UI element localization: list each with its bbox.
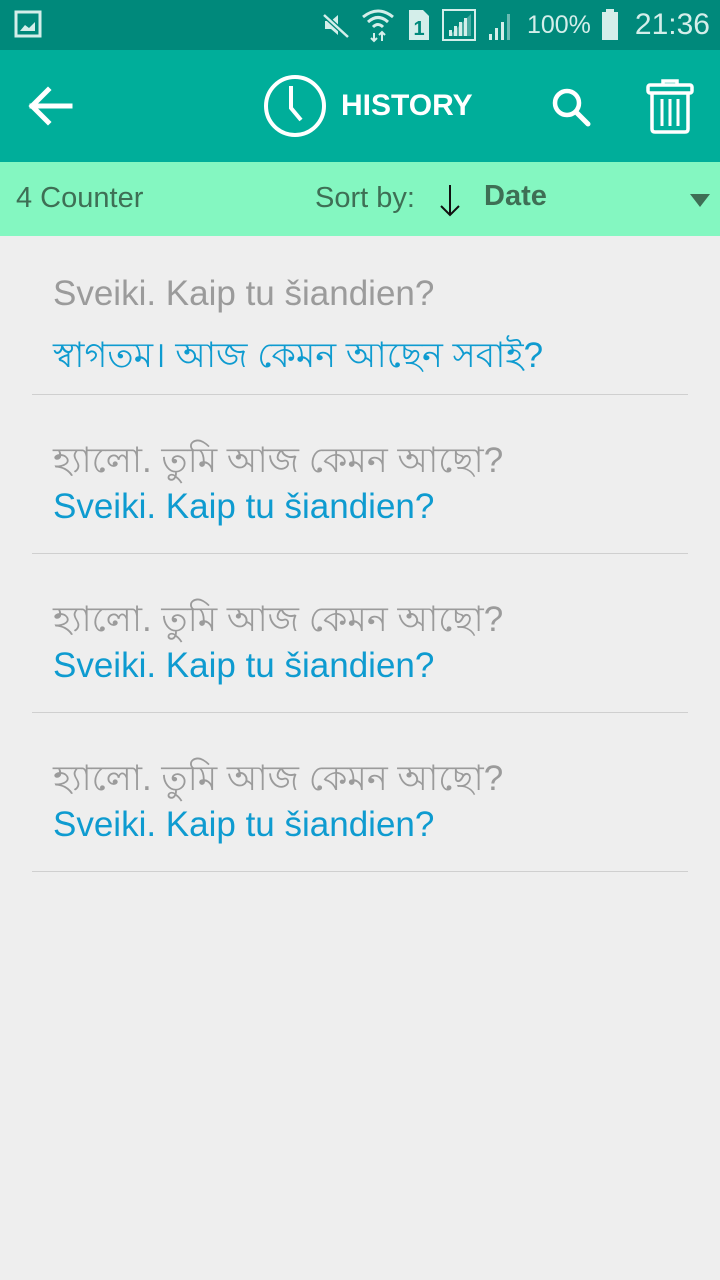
- page-title: HISTORY: [263, 74, 473, 138]
- arrow-left-icon[interactable]: [22, 80, 78, 132]
- clock-icon: [264, 75, 326, 137]
- translation-text: Sveiki. Kaip tu šiandien?: [53, 805, 435, 844]
- gallery-icon: [14, 10, 42, 38]
- list-item[interactable]: হ্যালো. তুমি আজ কেমন আছো? Sveiki. Kaip t…: [32, 395, 688, 554]
- source-text: Sveiki. Kaip tu šiandien?: [53, 274, 435, 313]
- sort-by-label: Sort by:: [315, 182, 415, 214]
- svg-text:1: 1: [413, 18, 424, 40]
- wifi-icon: [362, 9, 394, 43]
- mute-icon: [322, 13, 350, 39]
- trash-icon[interactable]: [644, 78, 696, 134]
- sim1-icon: 1: [408, 10, 429, 40]
- sort-select[interactable]: Date: [484, 180, 547, 213]
- translation-text: Sveiki. Kaip tu šiandien?: [53, 646, 435, 685]
- sort-bar: 4 Counter Sort by: Date: [0, 162, 720, 236]
- source-text: হ্যালো. তুমি আজ কেমন আছো?: [53, 441, 504, 480]
- arrow-down-icon[interactable]: [436, 182, 464, 218]
- battery-percent: 100%: [526, 10, 591, 39]
- chevron-down-icon[interactable]: [690, 194, 710, 207]
- title-text: HISTORY: [341, 89, 473, 122]
- status-bar: 1 100% 21:36: [0, 0, 720, 50]
- signal-icon: [441, 9, 476, 41]
- translation-text: স্বাগতম। আজ কেমন আছেন সবাই?: [53, 336, 544, 375]
- history-list: Sveiki. Kaip tu šiandien? স্বাগতম। আজ কে…: [32, 236, 688, 872]
- battery-icon: [601, 9, 618, 40]
- app-bar: HISTORY: [0, 50, 720, 162]
- source-text: হ্যালো. তুমি আজ কেমন আছো?: [53, 600, 504, 639]
- source-text: হ্যালো. তুমি আজ কেমন আছো?: [53, 759, 504, 798]
- clock-time: 21:36: [634, 8, 710, 41]
- history-counter: 4 Counter: [16, 182, 144, 214]
- list-item[interactable]: হ্যালো. তুমি আজ কেমন আছো? Sveiki. Kaip t…: [32, 554, 688, 713]
- translation-text: Sveiki. Kaip tu šiandien?: [53, 487, 435, 526]
- list-item[interactable]: হ্যালো. তুমি আজ কেমন আছো? Sveiki. Kaip t…: [32, 713, 688, 872]
- signal-icon-2: [488, 14, 510, 40]
- search-icon[interactable]: [548, 84, 594, 130]
- list-item[interactable]: Sveiki. Kaip tu šiandien? স্বাগতম। আজ কে…: [32, 236, 688, 395]
